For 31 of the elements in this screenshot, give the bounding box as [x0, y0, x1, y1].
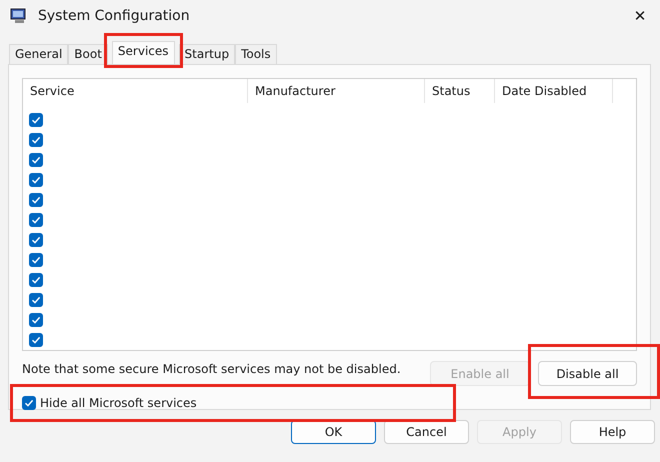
- window-title: System Configuration: [38, 6, 190, 26]
- checkbox[interactable]: [29, 173, 43, 187]
- checkbox[interactable]: [29, 153, 43, 167]
- checkbox[interactable]: [29, 213, 43, 227]
- checkbox[interactable]: [29, 233, 43, 247]
- checkbox[interactable]: [22, 396, 36, 410]
- tab[interactable]: General: [9, 44, 68, 64]
- checkbox[interactable]: [29, 333, 43, 347]
- note-text: Note that some secure Microsoft services may not be disabled.: [22, 361, 402, 378]
- checkbox[interactable]: [29, 253, 43, 267]
- tab[interactable]: Tools: [235, 44, 277, 64]
- column-header[interactable]: Manufacturer: [248, 78, 425, 102]
- checkbox-label[interactable]: Hide all Microsoft services: [40, 394, 197, 412]
- checkbox[interactable]: [29, 193, 43, 207]
- checkbox[interactable]: [29, 113, 43, 127]
- close-button[interactable]: ✕: [620, 4, 660, 28]
- tab[interactable]: Startup: [178, 44, 236, 64]
- column-header[interactable]: Service: [23, 78, 248, 102]
- dialog-button[interactable]: Cancel: [384, 420, 469, 444]
- tab[interactable]: Boot: [68, 44, 108, 64]
- tab[interactable]: Services: [112, 41, 175, 64]
- app-icon: [10, 7, 28, 25]
- dialog-button[interactable]: Help: [570, 420, 655, 444]
- dialog-button[interactable]: OK: [291, 420, 376, 444]
- checkbox[interactable]: [29, 133, 43, 147]
- checkbox[interactable]: [29, 273, 43, 287]
- panel-button[interactable]: Disable all: [538, 361, 637, 386]
- column-header[interactable]: Status: [425, 78, 495, 102]
- checkbox[interactable]: [29, 313, 43, 327]
- checkbox[interactable]: [29, 293, 43, 307]
- column-header[interactable]: Date Disabled: [495, 78, 613, 102]
